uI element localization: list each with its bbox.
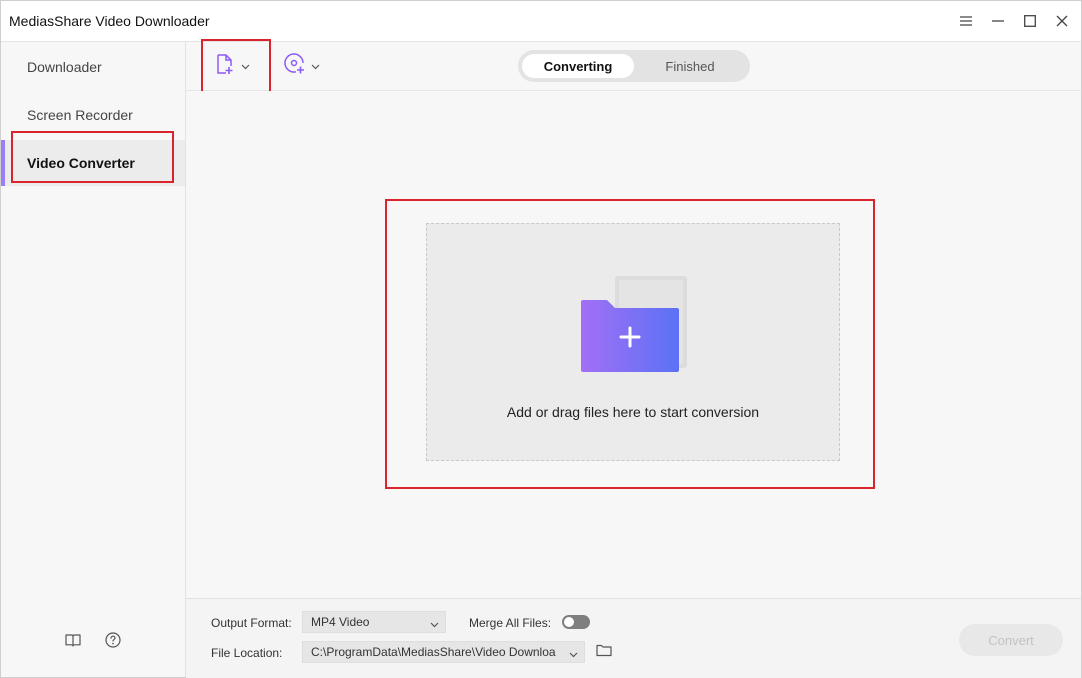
- status-tab-switch: Converting Finished: [518, 50, 750, 82]
- chevron-down-icon: [241, 57, 250, 75]
- toggle-knob: [564, 617, 574, 627]
- tab-converting[interactable]: Converting: [522, 54, 634, 78]
- sidebar-item-label: Screen Recorder: [27, 107, 133, 123]
- sidebar-item-screen-recorder[interactable]: Screen Recorder: [1, 92, 185, 138]
- output-format-select[interactable]: MP4 Video: [302, 611, 446, 633]
- chevron-down-icon: [311, 57, 320, 75]
- maximize-icon[interactable]: [1020, 11, 1040, 31]
- sidebar-item-downloader[interactable]: Downloader: [1, 44, 185, 90]
- toolbar: Converting Finished: [186, 39, 1081, 93]
- file-location-label: File Location:: [211, 646, 283, 660]
- folder-icon[interactable]: [596, 643, 612, 662]
- folder-plus-icon: [579, 274, 689, 379]
- help-icon[interactable]: [104, 631, 122, 649]
- sidebar-item-video-converter[interactable]: Video Converter: [1, 140, 185, 186]
- app-title: MediasShare Video Downloader: [9, 13, 210, 29]
- file-location-select[interactable]: C:\ProgramData\MediasShare\Video Downloa: [302, 641, 585, 663]
- active-indicator: [1, 140, 5, 186]
- add-disc-button[interactable]: [284, 52, 320, 80]
- sidebar-item-label: Video Converter: [27, 155, 135, 171]
- add-disc-icon: [284, 52, 306, 80]
- sidebar: Downloader Screen Recorder Video Convert…: [1, 42, 186, 677]
- tab-finished[interactable]: Finished: [634, 54, 746, 78]
- chevron-down-icon: [430, 617, 439, 631]
- add-file-icon: [214, 53, 236, 80]
- merge-files-toggle[interactable]: [562, 615, 590, 629]
- main-area: Add or drag files here to start conversi…: [186, 91, 1081, 597]
- drop-zone[interactable]: Add or drag files here to start conversi…: [426, 223, 840, 461]
- bottom-bar: Output Format: MP4 Video Merge All Files…: [186, 598, 1081, 678]
- output-format-label: Output Format:: [211, 616, 292, 630]
- convert-button[interactable]: Convert: [959, 624, 1063, 656]
- sidebar-item-label: Downloader: [27, 59, 102, 75]
- title-bar: MediasShare Video Downloader: [1, 1, 1081, 42]
- menu-icon[interactable]: [956, 11, 976, 31]
- chevron-down-icon: [569, 647, 578, 661]
- merge-files-label: Merge All Files:: [469, 616, 552, 630]
- file-location-value: C:\ProgramData\MediasShare\Video Downloa: [311, 645, 556, 659]
- drop-zone-text: Add or drag files here to start conversi…: [506, 404, 760, 420]
- book-icon[interactable]: [64, 631, 82, 649]
- app-window: MediasShare Video Downloader Downloader …: [0, 0, 1082, 678]
- output-format-value: MP4 Video: [311, 615, 370, 629]
- close-icon[interactable]: [1052, 11, 1072, 31]
- minimize-icon[interactable]: [988, 11, 1008, 31]
- add-file-button[interactable]: [214, 53, 250, 79]
